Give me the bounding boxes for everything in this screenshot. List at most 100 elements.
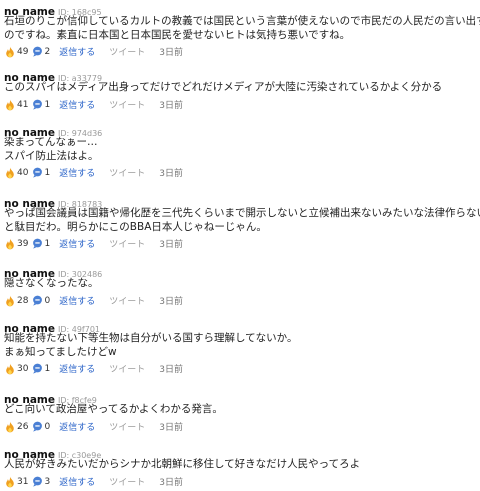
comment-item: no name ID: 818783 やっぱ国会議員は国籍や帰化歴を三代先くらいま…	[0, 192, 480, 251]
reply-bubble-icon[interactable]	[32, 99, 43, 110]
like-count: 39	[17, 238, 29, 249]
like-count: 26	[17, 421, 29, 432]
comment-body: 知能を持たない下等生物は自分がいる国すら理解してないか。 まぁ知ってましたけどw	[4, 331, 476, 359]
comment-header: no name ID: 974d36	[4, 121, 102, 139]
comment-text-line: 染まってんなぁー…	[4, 136, 98, 148]
reply-bubble-icon[interactable]	[32, 421, 43, 432]
comment-body: 石垣のりこが信仰しているカルトの教義では国民という言葉が使えないので市民だの人民…	[4, 14, 480, 42]
reply-button[interactable]: 返信する	[59, 166, 95, 179]
comment-item: no name ID: f8cfe9 どこ向いて政治屋やってるかよくわかる発言。 …	[0, 388, 480, 434]
reply-count: 1	[44, 238, 51, 249]
reply-count: 1	[44, 363, 51, 374]
comment-text-line: 石垣のりこが信仰しているカルトの教義では国民という言葉が使えないので市民だの人民…	[4, 15, 480, 27]
reply-count: 0	[44, 421, 51, 432]
comment-actions: 39 1 返信する ツイート 3日前	[4, 237, 183, 250]
fire-icon[interactable]	[4, 167, 16, 179]
like-count: 40	[17, 167, 29, 178]
comment-text-line: どこ向いて政治屋やってるかよくわかる発言。	[4, 403, 223, 415]
reply-button[interactable]: 返信する	[59, 475, 95, 488]
reply-bubble-icon[interactable]	[32, 167, 43, 178]
reply-bubble-icon[interactable]	[32, 46, 43, 57]
timestamp: 3日前	[159, 48, 183, 58]
comment-actions: 30 1 返信する ツイート 3日前	[4, 362, 183, 375]
fire-icon[interactable]	[4, 476, 16, 488]
comment-body: どこ向いて政治屋やってるかよくわかる発言。	[4, 402, 476, 416]
fire-icon[interactable]	[4, 99, 16, 111]
comment-header: no name ID: 49f701	[4, 317, 100, 335]
like-count: 30	[17, 363, 29, 374]
comment-body: このスパイはメディア出身ってだけでどれだけメディアが大陸に汚染されているかよく分…	[4, 80, 476, 94]
comment-header: no name ID: c30e9e	[4, 443, 101, 461]
comment-item: no name ID: c30e9e 人民が好きみたいだからシナか北朝鮮に移住して…	[0, 443, 480, 489]
timestamp: 3日前	[159, 297, 183, 307]
reply-bubble-icon[interactable]	[32, 476, 43, 487]
like-count: 28	[17, 295, 29, 306]
comment-text-line: 隠さなくなったな。	[4, 277, 99, 289]
fire-icon[interactable]	[4, 421, 16, 433]
timestamp: 3日前	[159, 169, 183, 179]
reply-count: 1	[44, 167, 51, 178]
tweet-button[interactable]: ツイート	[109, 45, 145, 58]
comment-header: no name ID: 168c95	[4, 0, 102, 18]
comment-text-line: まぁ知ってましたけどw	[4, 346, 117, 358]
comment-item: no name ID: 974d36 染まってんなぁー… スパイ防止法はよ。 40 1…	[0, 121, 480, 180]
reply-button[interactable]: 返信する	[59, 362, 95, 375]
tweet-button[interactable]: ツイート	[109, 294, 145, 307]
tweet-button[interactable]: ツイート	[109, 420, 145, 433]
comment-body: 人民が好きみたいだからシナか北朝鮮に移住して好きなだけ人民やってろよ	[4, 457, 476, 471]
like-count: 31	[17, 476, 29, 487]
like-count: 41	[17, 99, 29, 110]
comment-text-line: やっぱ国会議員は国籍や帰化歴を三代先くらいまで開示しないと立候補出来ないみたいな…	[4, 207, 480, 219]
reply-button[interactable]: 返信する	[59, 420, 95, 433]
comment-actions: 49 2 返信する ツイート 3日前	[4, 45, 183, 58]
reply-count: 2	[44, 46, 51, 57]
timestamp: 3日前	[159, 423, 183, 433]
comment-header: no name ID: 302486	[4, 262, 102, 280]
reply-button[interactable]: 返信する	[59, 237, 95, 250]
comment-item: no name ID: a33779 このスパイはメディア出身ってだけでどれだけメ…	[0, 66, 480, 112]
reply-button[interactable]: 返信する	[59, 45, 95, 58]
reply-bubble-icon[interactable]	[32, 238, 43, 249]
reply-bubble-icon[interactable]	[32, 295, 43, 306]
reply-bubble-icon[interactable]	[32, 363, 43, 374]
fire-icon[interactable]	[4, 295, 16, 307]
fire-icon[interactable]	[4, 238, 16, 250]
tweet-button[interactable]: ツイート	[109, 98, 145, 111]
comment-actions: 26 0 返信する ツイート 3日前	[4, 420, 183, 433]
comment-text-line: 知能を持たない下等生物は自分がいる国すら理解してないか。	[4, 332, 298, 344]
comment-text-line: 人民が好きみたいだからシナか北朝鮮に移住して好きなだけ人民やってろよ	[4, 458, 361, 470]
tweet-button[interactable]: ツイート	[109, 475, 145, 488]
comment-header: no name ID: f8cfe9	[4, 388, 97, 406]
reply-count: 3	[44, 476, 51, 487]
comment-item: no name ID: 49f701 知能を持たない下等生物は自分がいる国すら理解…	[0, 317, 480, 376]
reply-button[interactable]: 返信する	[59, 294, 95, 307]
comment-actions: 40 1 返信する ツイート 3日前	[4, 166, 183, 179]
like-count: 49	[17, 46, 29, 57]
comment-item: no name ID: 168c95 石垣のりこが信仰しているカルトの教義では国民…	[0, 0, 480, 59]
comment-text-line: と駄目だわ。明らかにこのBBA日本人じゃねーじゃん。	[4, 221, 267, 233]
timestamp: 3日前	[159, 101, 183, 111]
reply-button[interactable]: 返信する	[59, 98, 95, 111]
comment-text-line: このスパイはメディア出身ってだけでどれだけメディアが大陸に汚染されているかよく分…	[4, 81, 443, 93]
comment-header: no name ID: a33779	[4, 66, 102, 84]
timestamp: 3日前	[159, 240, 183, 250]
comment-header: no name ID: 818783	[4, 192, 102, 210]
fire-icon[interactable]	[4, 46, 16, 58]
reply-count: 0	[44, 295, 51, 306]
comment-actions: 41 1 返信する ツイート 3日前	[4, 98, 183, 111]
timestamp: 3日前	[159, 478, 183, 488]
comment-actions: 28 0 返信する ツイート 3日前	[4, 294, 183, 307]
comment-text-line: のですね。素直に日本国と日本国民を愛せないヒトは気持ち悪いですね。	[4, 29, 351, 41]
tweet-button[interactable]: ツイート	[109, 237, 145, 250]
comment-feed: no name ID: 168c95 石垣のりこが信仰しているカルトの教義では国民…	[0, 0, 480, 491]
comment-body: 隠さなくなったな。	[4, 276, 476, 290]
comment-text-line: スパイ防止法はよ。	[4, 150, 99, 162]
fire-icon[interactable]	[4, 363, 16, 375]
tweet-button[interactable]: ツイート	[109, 166, 145, 179]
comment-body: 染まってんなぁー… スパイ防止法はよ。	[4, 135, 476, 163]
tweet-button[interactable]: ツイート	[109, 362, 145, 375]
comment-item: no name ID: 302486 隠さなくなったな。 28 0 返信する ツイート 3…	[0, 262, 480, 308]
comment-body: やっぱ国会議員は国籍や帰化歴を三代先くらいまで開示しないと立候補出来ないみたいな…	[4, 206, 480, 234]
timestamp: 3日前	[159, 365, 183, 375]
reply-count: 1	[44, 99, 51, 110]
